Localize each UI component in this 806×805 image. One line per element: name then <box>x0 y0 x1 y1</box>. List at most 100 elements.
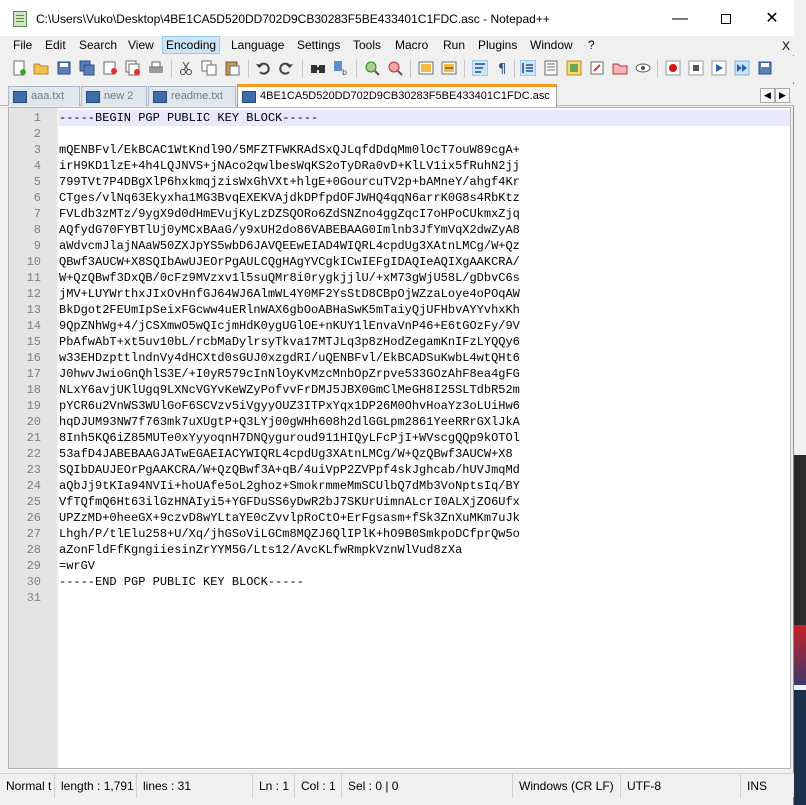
record-macro-icon[interactable] <box>665 60 681 76</box>
menu-macro[interactable]: Macro <box>395 38 428 52</box>
editor-line[interactable]: NLxY6avjUKlUgq9LXNcVGYvKeWZyPofvvFrDMJ5J… <box>59 382 790 398</box>
editor-line[interactable]: W+QzQBwf3DxQB/0cFz9MVzxv1l5suQMr8i0rygkj… <box>59 270 790 286</box>
menu-file[interactable]: File <box>13 38 32 52</box>
tab-prev-button[interactable]: ◀ <box>760 88 775 103</box>
word-wrap-icon[interactable] <box>472 60 488 76</box>
zoom-out-icon[interactable] <box>387 60 403 76</box>
close-document-icon[interactable]: X <box>782 39 790 53</box>
play-macro-icon[interactable] <box>711 60 727 76</box>
replace-icon[interactable]: b <box>333 60 349 76</box>
menu-language[interactable]: Language <box>231 38 284 52</box>
line-number: 3 <box>33 143 41 157</box>
menu-window[interactable]: Window <box>530 38 573 52</box>
editor-line[interactable]: aWdvcmJlajNAaW50ZXJpYS5wbD6JAVQEEwEIAD4W… <box>59 238 790 254</box>
close-file-icon[interactable] <box>102 60 118 76</box>
minimize-button[interactable]: — <box>657 0 703 38</box>
monitoring-icon[interactable] <box>635 60 651 76</box>
close-all-icon[interactable] <box>125 60 141 76</box>
status-eol[interactable]: Windows (CR LF) <box>513 774 621 798</box>
line-number: 4 <box>33 159 41 173</box>
undo-icon[interactable] <box>255 60 271 76</box>
print-icon[interactable] <box>148 60 164 76</box>
editor-line[interactable]: -----END PGP PUBLIC KEY BLOCK----- <box>59 574 790 590</box>
editor-line[interactable]: aQbJj9tKIa94NVIi+hoUAfe5oL2ghoz+Smokrmme… <box>59 478 790 494</box>
editor-line[interactable]: 9QpZNhWg+4/jCSXmwO5wQIcjmHdK0ygUGlOE+nKU… <box>59 318 790 334</box>
menu-encoding[interactable]: Encoding <box>162 36 221 54</box>
background-window-blue <box>794 690 806 805</box>
menu-plugins[interactable]: Plugins <box>478 38 517 52</box>
editor-line[interactable]: 53afD4JABEBAAGJATwEGAEIACYWIQRL4cpdUg3XA… <box>59 446 790 462</box>
menu-settings[interactable]: Settings <box>297 38 340 52</box>
tab-aaa-txt[interactable]: aaa.txt <box>8 86 80 106</box>
editor-line[interactable]: UPZzMD+0heeGX+9czvD8wYLtaYE0cZvvlpRoCtO+… <box>59 510 790 526</box>
editor-line[interactable]: 8Inh5KQ6iZ85MUTe0xYyyoqnH7DNQyguroud911H… <box>59 430 790 446</box>
all-characters-icon[interactable]: ¶ <box>495 60 511 76</box>
editor-line[interactable]: 799TVt7P4DBgXlP6hxkmqjzisWxGhVXt+hlgE+0G… <box>59 174 790 190</box>
editor-line[interactable]: Lhgh/P/tlElu258+U/Xq/jhGSoViLGCm8MQZJ6Ql… <box>59 526 790 542</box>
text-editor[interactable]: 1 2 3 4 5 6 7 8 9 10 11 12 13 14 15 16 17 18 19 20 21 22 23 24 2… <box>8 107 791 769</box>
paste-icon[interactable] <box>224 60 240 76</box>
editor-line[interactable] <box>59 590 790 606</box>
editor-line[interactable]: -----BEGIN PGP PUBLIC KEY BLOCK----- <box>59 110 790 126</box>
folder-workspace-icon[interactable] <box>589 60 605 76</box>
editor-line[interactable]: SQIbDAUJEOrPgAAKCRA/W+QzQBwf3A+qB/4uiVpP… <box>59 462 790 478</box>
menu-tools[interactable]: Tools <box>353 38 381 52</box>
play-multiple-icon[interactable] <box>734 60 750 76</box>
menu-help[interactable]: ? <box>588 38 595 52</box>
editor-line[interactable]: irH9KD1lzE+4h4LQJNVS+jNAco2qwlbesWqKS2oT… <box>59 158 790 174</box>
line-number: 21 <box>26 431 41 445</box>
cut-icon[interactable] <box>178 60 194 76</box>
status-encoding[interactable]: UTF-8 <box>621 774 741 798</box>
close-window-button[interactable]: ✕ <box>749 0 795 38</box>
editor-line[interactable]: J0hwvJwioGnQhlS3E/+I0yR579cInNlOyKvMzcMn… <box>59 366 790 382</box>
save-all-icon[interactable] <box>79 60 95 76</box>
folder-as-workspace-icon[interactable] <box>612 60 628 76</box>
editor-line[interactable]: =wrGV <box>59 558 790 574</box>
editor-line[interactable]: QBwf3AUCW+X8SQIbAwUJEOrPgAULCQgHAgYVCgkI… <box>59 254 790 270</box>
status-ins[interactable]: INS <box>741 774 794 798</box>
menu-search[interactable]: Search <box>79 38 117 52</box>
redo-icon[interactable] <box>278 60 294 76</box>
tab-asc-file[interactable]: 4BE1CA5D520DD702D9CB30283F5BE433401C1FDC… <box>237 84 557 107</box>
sync-vertical-icon[interactable] <box>418 60 434 76</box>
sync-horizontal-icon[interactable] <box>441 60 457 76</box>
copy-icon[interactable] <box>201 60 217 76</box>
editor-line[interactable]: mQENBFvl/EkBCAC1WtKndl9O/5MFZTFWKRAdSxQJ… <box>59 142 790 158</box>
notepadpp-app-icon[interactable] <box>13 11 27 27</box>
stop-record-icon[interactable] <box>688 60 704 76</box>
tab-new-2[interactable]: new 2 <box>81 86 147 106</box>
editor-line[interactable]: hqDJUM93NW7f763mk7uXUgtP+Q3LYj00gWHh608h… <box>59 414 790 430</box>
editor-line[interactable] <box>59 126 790 142</box>
editor-line[interactable]: AQfydG70FYBTlUj0yMCxBAaG/y9xUH2do86VABEB… <box>59 222 790 238</box>
status-file-type: Normal t <box>0 774 55 798</box>
tab-next-button[interactable]: ▶ <box>775 88 790 103</box>
editor-line[interactable]: w33EHDzpttlndnVy4dHCXtd0sGUJ0xzgdRI/uQEN… <box>59 350 790 366</box>
editor-line[interactable]: PbAfwAbT+xt5uv10bL/rcbMaDylrsyTkva17MTJL… <box>59 334 790 350</box>
editor-line[interactable]: aZonFldFfKgngiiesinZrYYM5G/Lts12/AvcKLfw… <box>59 542 790 558</box>
indent-guide-icon[interactable] <box>520 60 536 76</box>
editor-line[interactable]: BkDgot2FEUmIpSeixFGcww4uERlnWAX6gbOoABHa… <box>59 302 790 318</box>
function-list-icon[interactable] <box>566 60 582 76</box>
editor-line[interactable]: jMV+LUYWrthxJIxOvHnfGJ64WJ6AlmWL4Y0MF2Ys… <box>59 286 790 302</box>
menu-run[interactable]: Run <box>443 38 465 52</box>
open-file-icon[interactable] <box>33 60 49 76</box>
editor-line[interactable]: VfTQfmQ6Ht63ilGzHNAIyi5+YGFDuSS6yDwR2bJ7… <box>59 494 790 510</box>
menu-edit[interactable]: Edit <box>45 38 66 52</box>
code-area[interactable]: -----BEGIN PGP PUBLIC KEY BLOCK----- mQEN… <box>59 108 790 768</box>
find-icon[interactable] <box>310 60 326 76</box>
line-number: 10 <box>26 255 41 269</box>
maximize-button[interactable] <box>703 0 749 38</box>
tab-scroll-buttons: ◀ ▶ <box>760 87 792 103</box>
menu-view[interactable]: View <box>128 38 154 52</box>
tab-readme-txt[interactable]: readme.txt <box>148 86 236 106</box>
save-icon[interactable] <box>56 60 72 76</box>
save-macro-icon[interactable] <box>757 60 773 76</box>
editor-line[interactable]: CTges/vlNq63Ekyxha1MG3BvqEXEKVAjdkDPfpdO… <box>59 190 790 206</box>
editor-line[interactable]: FVLdb3zMTz/9ygX9d0dHmEVujKyLzDZSQORo6ZdS… <box>59 206 790 222</box>
new-file-icon[interactable] <box>11 60 27 76</box>
status-col: Col : 1 <box>295 774 342 798</box>
title-bar[interactable]: C:\Users\Vuko\Desktop\4BE1CA5D520DD702D9… <box>0 0 794 38</box>
zoom-in-icon[interactable] <box>364 60 380 76</box>
document-map-icon[interactable] <box>543 60 559 76</box>
editor-line[interactable]: pYCR6u2VnWS3WUlGoF6SCVzv5iVgyyOUZ3ITPxYq… <box>59 398 790 414</box>
